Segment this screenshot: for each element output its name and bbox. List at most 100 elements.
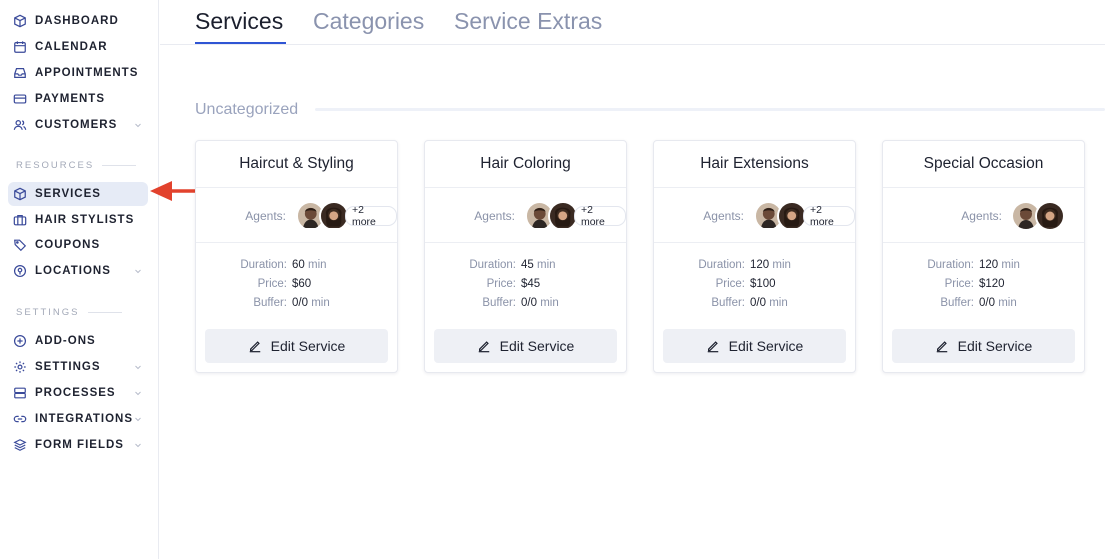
chevron-down-icon	[135, 417, 141, 422]
category-heading: Uncategorized	[195, 101, 299, 118]
sidebar-item-calendar[interactable]: CALENDAR	[8, 35, 148, 59]
sidebar-item-add-ons[interactable]: ADD-ONS	[8, 329, 148, 353]
agent-avatars[interactable]: +2 more	[525, 201, 626, 231]
edit-service-button[interactable]: Edit Service	[434, 329, 617, 363]
pencil-icon	[707, 341, 718, 353]
sidebar: DASHBOARD CALENDAR APPOINTMENTS PAYMENTS…	[0, 0, 159, 559]
tag-icon	[13, 238, 27, 252]
credit-card-icon	[13, 92, 27, 106]
service-name: Special Occasion	[923, 155, 1044, 172]
agents-row: Agents:	[883, 199, 1084, 231]
card-divider	[196, 187, 397, 188]
service-card: Special Occasion Agents: Duration: 120 m…	[882, 140, 1085, 373]
server-icon	[13, 386, 27, 400]
duration-row: Duration: 120 min	[654, 259, 855, 277]
settings-heading: SETTINGS	[16, 307, 122, 318]
sidebar-item-processes[interactable]: PROCESSES	[8, 381, 148, 405]
price-value: $45	[521, 278, 541, 290]
sidebar-item-label: SERVICES	[35, 188, 101, 200]
sidebar-item-integrations[interactable]: INTEGRATIONS	[8, 407, 148, 431]
sidebar-item-label: FORM FIELDS	[35, 439, 124, 451]
price-row: Price: $100	[654, 278, 855, 296]
service-card: Hair Coloring Agents: +2 more Duration: …	[424, 140, 627, 373]
agent-avatars[interactable]: +2 more	[754, 201, 855, 231]
tab-categories[interactable]: Categories	[313, 8, 424, 35]
sidebar-item-coupons[interactable]: COUPONS	[8, 233, 148, 257]
duration-value: 60 min	[292, 259, 327, 271]
card-divider	[883, 242, 1084, 243]
chevron-down-icon	[135, 365, 141, 370]
sidebar-item-payments[interactable]: PAYMENTS	[8, 87, 148, 111]
sidebar-item-label: CUSTOMERS	[35, 119, 118, 131]
inbox-icon	[13, 66, 27, 80]
sidebar-item-locations[interactable]: LOCATIONS	[8, 259, 148, 283]
sidebar-item-settings[interactable]: SETTINGS	[8, 355, 148, 379]
edit-service-label: Edit Service	[957, 338, 1033, 354]
sidebar-item-label: SETTINGS	[35, 361, 101, 373]
tab-services[interactable]: Services	[195, 8, 283, 35]
buffer-row: Buffer: 0/0 min	[883, 297, 1084, 315]
sidebar-item-hair-stylists[interactable]: HAIR STYLISTS	[8, 208, 148, 232]
card-divider	[425, 187, 626, 188]
more-agents-badge[interactable]: +2 more	[802, 204, 855, 228]
agents-label: Agents:	[474, 209, 515, 223]
sidebar-item-label: PROCESSES	[35, 387, 116, 399]
duration-label: Duration:	[240, 259, 287, 271]
layers-icon	[13, 438, 27, 452]
sidebar-item-customers[interactable]: CUSTOMERS	[8, 113, 148, 137]
duration-label: Duration:	[698, 259, 745, 271]
chevron-down-icon	[135, 391, 141, 396]
price-row: Price: $60	[196, 278, 397, 296]
price-row: Price: $120	[883, 278, 1084, 296]
more-agents-badge[interactable]: +2 more	[573, 204, 626, 228]
price-value: $60	[292, 278, 312, 290]
agent-avatars[interactable]	[1011, 201, 1065, 231]
plus-circle-icon	[13, 334, 27, 348]
price-label: Price:	[944, 278, 974, 290]
price-value: $120	[979, 278, 1005, 290]
price-label: Price:	[257, 278, 287, 290]
briefcase-icon	[13, 213, 27, 227]
more-agents-badge[interactable]: +2 more	[344, 204, 397, 228]
service-name: Haircut & Styling	[239, 155, 354, 172]
duration-value: 120 min	[750, 259, 791, 271]
agents-row: Agents: +2 more	[196, 199, 397, 231]
buffer-label: Buffer:	[482, 297, 516, 309]
cube-icon	[13, 187, 27, 201]
card-divider	[883, 187, 1084, 188]
sidebar-item-label: APPOINTMENTS	[35, 67, 139, 79]
duration-label: Duration:	[927, 259, 974, 271]
buffer-row: Buffer: 0/0 min	[425, 297, 626, 315]
sidebar-item-form-fields[interactable]: FORM FIELDS	[8, 433, 148, 457]
chevron-down-icon	[135, 269, 141, 274]
agents-label: Agents:	[961, 209, 1002, 223]
sidebar-item-dashboard[interactable]: DASHBOARD	[8, 9, 148, 33]
sidebar-item-label: COUPONS	[35, 239, 101, 251]
sidebar-item-services[interactable]: SERVICES	[8, 182, 148, 206]
pencil-icon	[249, 341, 260, 353]
card-divider	[196, 242, 397, 243]
chevron-down-icon	[135, 443, 141, 448]
sidebar-item-label: DASHBOARD	[35, 15, 119, 27]
edit-service-button[interactable]: Edit Service	[892, 329, 1075, 363]
price-label: Price:	[486, 278, 516, 290]
sidebar-item-label: HAIR STYLISTS	[35, 214, 135, 226]
active-tab-indicator	[195, 42, 286, 44]
pencil-icon	[936, 341, 947, 353]
location-pin-icon	[13, 264, 27, 278]
gear-icon	[13, 360, 27, 374]
tab-service-extras[interactable]: Service Extras	[454, 8, 602, 35]
chevron-down-icon	[135, 123, 141, 128]
service-name: Hair Coloring	[480, 155, 571, 172]
duration-label: Duration:	[469, 259, 516, 271]
buffer-value: 0/0 min	[292, 297, 330, 309]
buffer-label: Buffer:	[940, 297, 974, 309]
sidebar-item-appointments[interactable]: APPOINTMENTS	[8, 61, 148, 85]
edit-service-button[interactable]: Edit Service	[663, 329, 846, 363]
edit-service-label: Edit Service	[270, 338, 346, 354]
edit-service-button[interactable]: Edit Service	[205, 329, 388, 363]
buffer-value: 0/0 min	[521, 297, 559, 309]
users-icon	[13, 118, 27, 132]
agent-avatars[interactable]: +2 more	[296, 201, 397, 231]
buffer-value: 0/0 min	[750, 297, 788, 309]
